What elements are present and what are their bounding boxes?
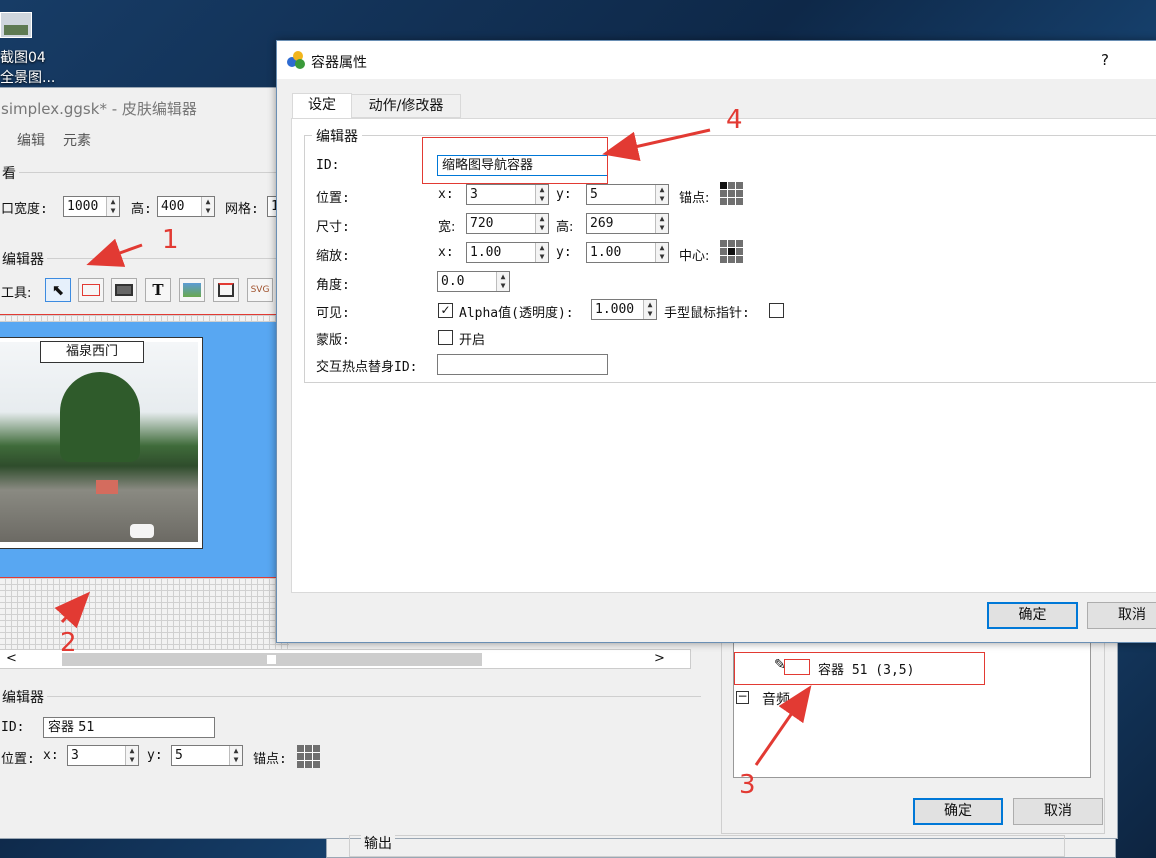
annotation-label-1: 1 bbox=[162, 225, 179, 255]
annotation-label-4: 4 bbox=[726, 105, 743, 135]
arrow-1 bbox=[86, 238, 143, 267]
annotation-arrows bbox=[54, 128, 812, 766]
arrow-4 bbox=[602, 128, 711, 162]
annotation-label-3: 3 bbox=[739, 770, 756, 800]
arrow-2 bbox=[54, 591, 91, 629]
annotation-label-2: 2 bbox=[60, 628, 77, 658]
arrow-3 bbox=[754, 685, 812, 766]
